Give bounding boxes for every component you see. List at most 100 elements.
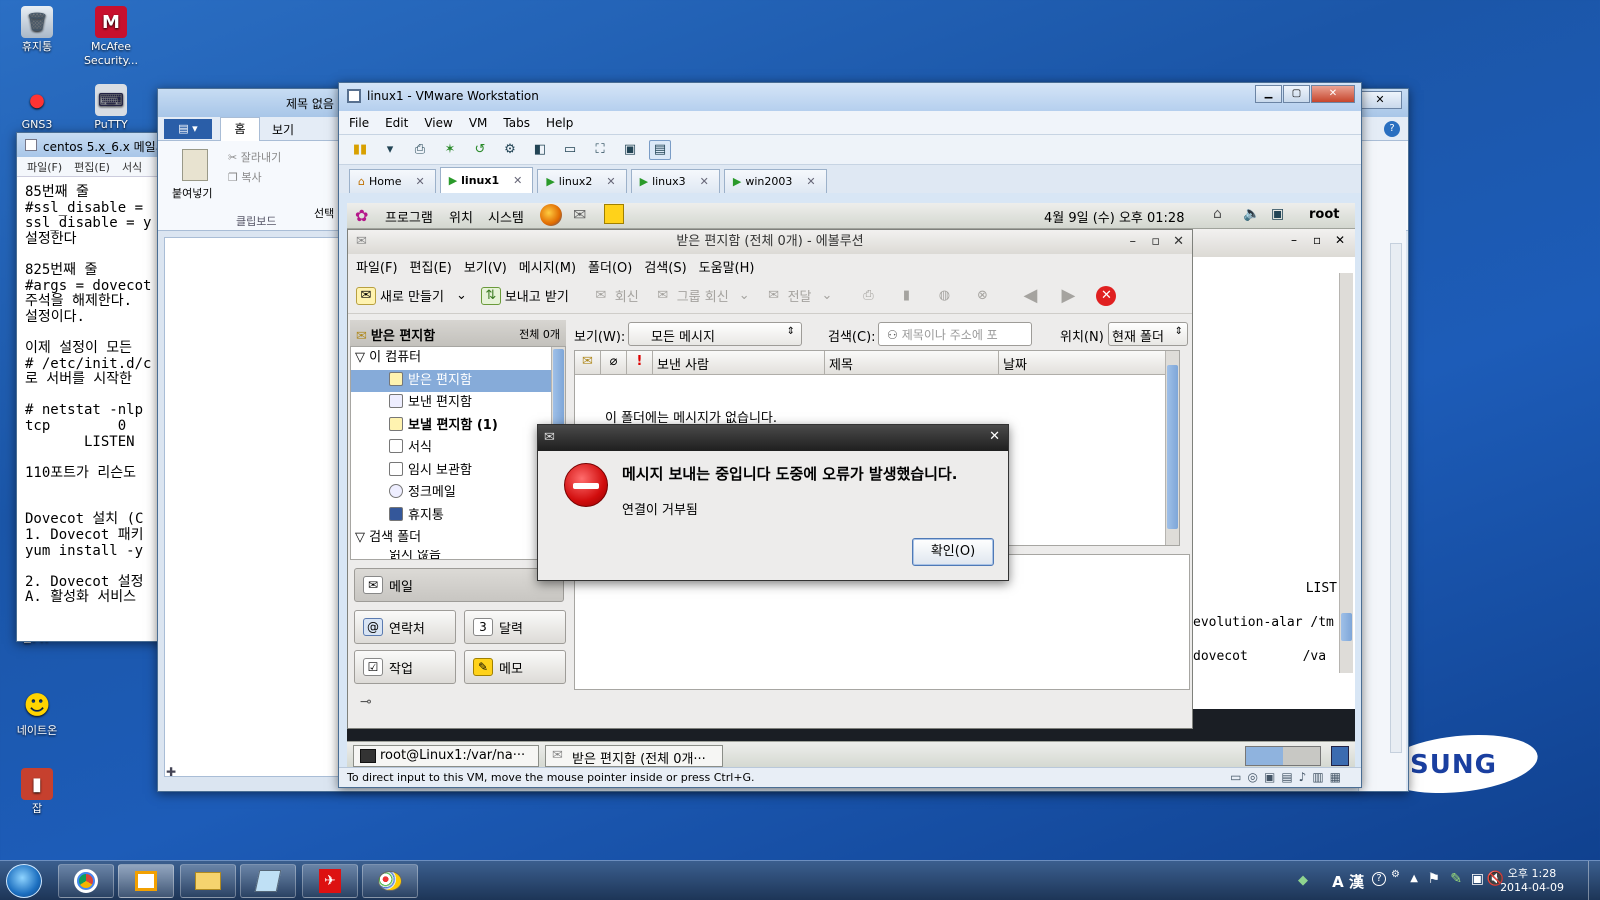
terminal-scrollbar[interactable] (1339, 273, 1353, 673)
workspace-switcher[interactable] (1245, 746, 1321, 766)
guest-terminal-window[interactable]: – ▫ ✕ LIST evolution-alar /tm dovecot /v… (1193, 229, 1355, 709)
gnome-user[interactable]: root (1309, 207, 1340, 222)
taskbar-paint[interactable] (362, 864, 418, 898)
display-icon[interactable]: ▣ (1271, 206, 1284, 222)
folder-outbox[interactable]: 보낼 편지함 (1) (351, 415, 565, 438)
folder-sent[interactable]: 보낸 편지함 (351, 392, 565, 415)
switcher-calendar[interactable]: 3 달력 (464, 610, 566, 644)
folder-tree[interactable]: ▽ 이 컴퓨터 받은 편지함 보낸 편지함 보낼 편지함 (1) 서식 임시 보… (350, 346, 566, 560)
action-center-flag-icon[interactable]: ⚑ (1427, 871, 1440, 887)
search-input[interactable]: ⚇ 제목이나 주소에 포 (878, 322, 1032, 346)
terminal-close-button[interactable]: ✕ (1335, 233, 1345, 247)
start-button[interactable] (6, 864, 42, 898)
message-list-scrollbar[interactable] (1165, 351, 1179, 545)
notepad-window[interactable]: centos 5.x_6.x 메일서 파일(F) 편집(E) 서식 85번째 줄… (16, 132, 167, 642)
network-icon[interactable]: ⌂ (1213, 206, 1222, 222)
wordpad-tab-home[interactable]: 홈 (220, 117, 260, 141)
evo-menu-folder[interactable]: 폴더(O) (588, 257, 632, 276)
taskbar-explorer[interactable] (180, 864, 236, 898)
menu-tabs[interactable]: Tabs (503, 116, 530, 130)
taskbar-chrome[interactable] (58, 864, 114, 898)
tab-close-icon[interactable]: ✕ (415, 175, 424, 188)
sidebar-view-icon[interactable]: ◧ (529, 140, 551, 160)
snapshot-manager-icon[interactable]: ⚙ (499, 140, 521, 160)
switcher-tasks[interactable]: ☑ 작업 (354, 650, 456, 684)
wordpad-tab-view[interactable]: 보기 (272, 121, 294, 138)
cut-button[interactable]: ✂ 잘라내기 (228, 149, 281, 165)
gnome-menu-system[interactable]: 시스템 (488, 207, 524, 226)
desktop-icon-recycle-bin[interactable]: 🗑 휴지통 (2, 6, 72, 54)
gnome-menu-places[interactable]: 위치 (449, 207, 473, 226)
snapshot-icon[interactable]: ✶ (439, 140, 461, 160)
column-status-icon[interactable]: ✉ (575, 351, 601, 374)
volume-icon[interactable]: 🔈 (1243, 206, 1260, 222)
reply-all-button[interactable]: ✉ 그룹 회신 ⌄ (653, 286, 750, 305)
select-button[interactable]: 선택 (314, 205, 334, 221)
chevron-down-icon[interactable]: ⌄ (822, 288, 833, 303)
not-junk-button[interactable]: ⊗ (972, 287, 996, 305)
firefox-icon[interactable] (540, 204, 562, 226)
reply-button[interactable]: ✉ 회신 (591, 286, 638, 305)
notepad-menu-edit[interactable]: 편집(E) (74, 159, 110, 175)
desktop-icon-gns3[interactable]: ● GNS3 (2, 84, 72, 132)
console-view-icon[interactable]: ▭ (559, 140, 581, 160)
wordpad-document[interactable] (164, 237, 344, 777)
menu-edit[interactable]: Edit (385, 116, 408, 130)
wordpad-close-button[interactable]: ✕ (1358, 91, 1402, 109)
folder-junk[interactable]: 정크메일 (351, 482, 565, 505)
tab-close-icon[interactable]: ✕ (806, 175, 815, 188)
folder-templates[interactable]: 서식 (351, 437, 565, 460)
send-receive-button[interactable]: ⇅ 보내고 받기 (480, 286, 569, 305)
expander-icon[interactable]: ▽ (355, 530, 365, 545)
ok-button[interactable]: 확인(O) (912, 538, 994, 566)
tab-linux2[interactable]: ▶ linux2 ✕ (537, 169, 627, 193)
trash-applet-icon[interactable] (1331, 746, 1349, 766)
copy-button[interactable]: ❐ 복사 (228, 169, 262, 185)
paste-button[interactable]: 붙여넣기 (172, 185, 212, 201)
junk-button[interactable]: ◍ (934, 287, 958, 305)
forward-button[interactable]: ✉ 전달 ⌄ (764, 286, 833, 305)
switcher-memos[interactable]: ✎ 메모 (464, 650, 566, 684)
evo-menu-search[interactable]: 검색(S) (644, 257, 686, 276)
column-flag-icon[interactable]: ! (627, 351, 653, 374)
switcher-mail[interactable]: ✉ 메일 (354, 568, 564, 602)
column-attachment-icon[interactable]: ⌀ (601, 351, 627, 374)
folder-inbox[interactable]: 받은 편지함 (351, 369, 565, 392)
tab-close-icon[interactable]: ✕ (700, 175, 709, 188)
power-dropdown-icon[interactable]: ▾ (379, 140, 401, 160)
ime-indicator[interactable]: A 漢 (1332, 871, 1364, 892)
terminal-minimize-button[interactable]: – (1291, 233, 1297, 247)
chevron-down-icon[interactable]: ⌄ (456, 288, 467, 303)
switcher-contacts[interactable]: @ 연락처 (354, 610, 456, 644)
revert-snapshot-icon[interactable]: ↺ (469, 140, 491, 160)
column-subject[interactable]: 제목 (825, 351, 999, 374)
task-evolution[interactable]: ✉ 받은 편지함 (전체 0개··· (545, 745, 723, 767)
desktop-icon-mcafee[interactable]: M McAfee Security... (76, 6, 146, 68)
notepad-menu-format[interactable]: 서식 (122, 159, 142, 175)
usb-icon[interactable]: ✎ (1450, 871, 1462, 887)
menu-file[interactable]: File (349, 116, 369, 130)
unity-icon[interactable]: ▣ (619, 140, 641, 160)
menu-view[interactable]: View (424, 116, 452, 130)
ime-status-icon[interactable]: ◆ (1298, 873, 1308, 888)
delete-button[interactable]: ▮ (896, 287, 920, 305)
taskbar-clock[interactable]: 오후 1:28 2014-04-09 (1500, 867, 1564, 895)
wordpad-file-button[interactable]: ▤ ▾ (164, 119, 212, 139)
tab-linux3[interactable]: ▶ linux3 ✕ (630, 169, 720, 193)
ime-help-icon[interactable]: ? (1372, 872, 1386, 886)
folder-trash[interactable]: 휴지통 (351, 505, 565, 528)
next-button[interactable]: ▶ (1058, 285, 1082, 306)
binoculars-icon[interactable]: ⚇ (887, 328, 898, 342)
minimize-button[interactable]: ▁ (1255, 85, 1282, 103)
evo-menu-help[interactable]: 도움말(H) (699, 257, 755, 276)
show-hidden-icons[interactable]: ▲ (1410, 873, 1418, 884)
network-icon[interactable]: ▣ (1471, 871, 1484, 887)
evo-menu-edit[interactable]: 편집(E) (410, 257, 452, 276)
chevron-down-icon[interactable]: ⌄ (739, 288, 750, 303)
evo-maximize-button[interactable]: ▫ (1151, 230, 1160, 254)
stop-button[interactable]: ✕ (1096, 285, 1120, 306)
evolution-launcher-icon[interactable]: ✉ (573, 205, 586, 224)
evo-minimize-button[interactable]: – (1130, 230, 1137, 254)
desktop-icon-nateon[interactable]: ☻ 네이트온 (2, 690, 72, 738)
view-select[interactable]: 모든 메시지 ⇕ (628, 322, 802, 346)
